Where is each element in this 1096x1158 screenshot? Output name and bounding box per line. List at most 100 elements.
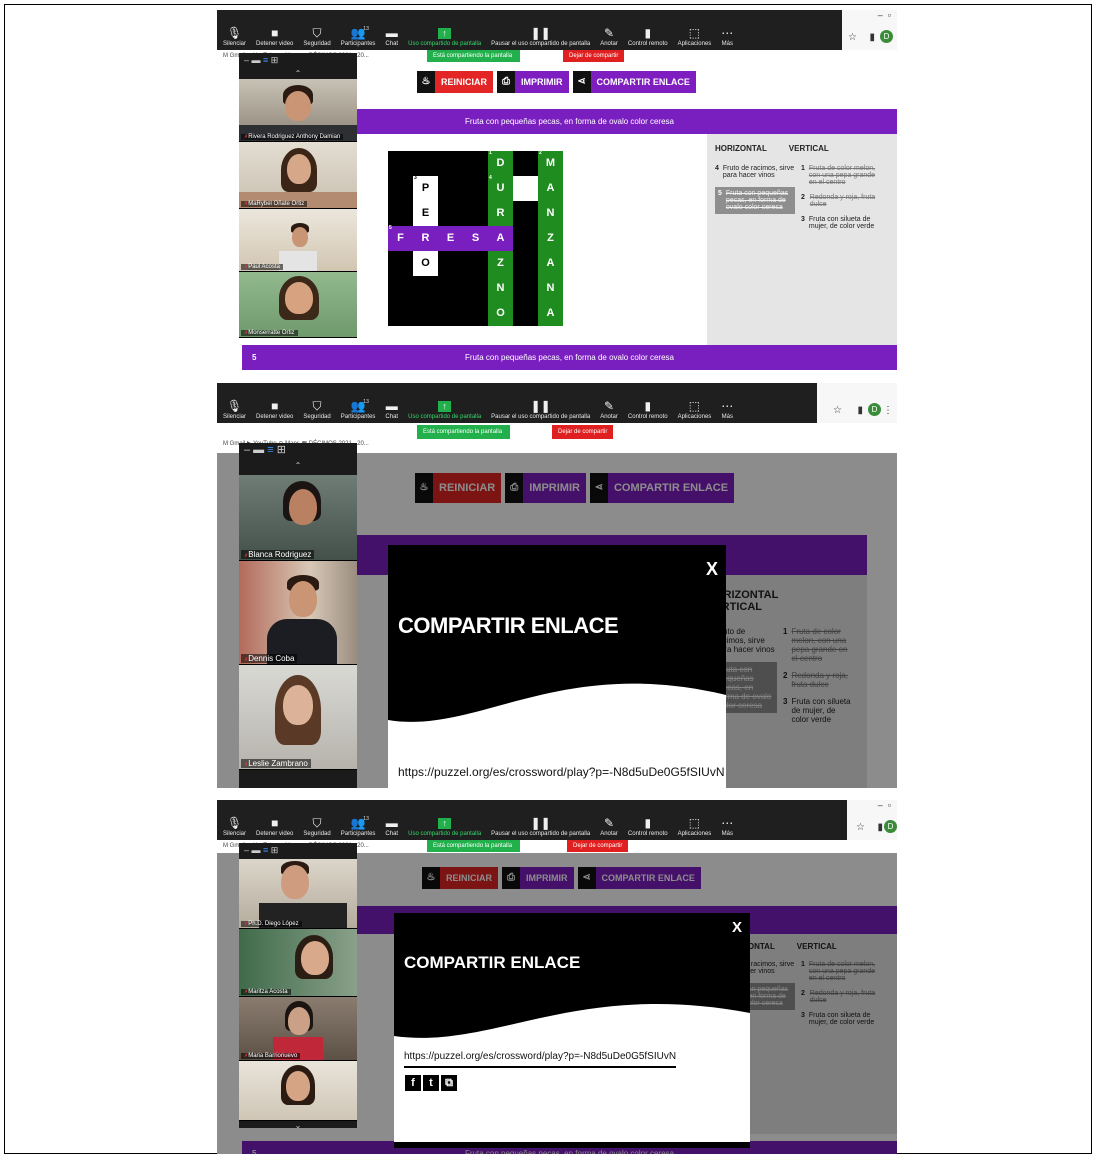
crossword-cell[interactable]: E xyxy=(438,226,463,251)
toolbar-more-button[interactable]: ⋯ Más xyxy=(721,399,733,420)
participant-tile[interactable]: Dennis Coba xyxy=(239,561,357,665)
star-icon[interactable]: ☆ xyxy=(856,822,865,833)
toolbar-shield-button[interactable]: ⛉ Seguridad xyxy=(303,816,330,837)
toolbar-shield-button[interactable]: ⛉ Seguridad xyxy=(303,26,330,47)
profile-avatar[interactable]: D xyxy=(884,820,897,833)
window-controls[interactable]: – ▫ xyxy=(878,10,891,20)
print-button[interactable]: ⎙ IMPRIMIR xyxy=(497,71,569,93)
share-url[interactable]: https://puzzel.org/es/crossword/play?p=-… xyxy=(398,765,725,779)
toolbar-video-button[interactable]: ■ Detener video xyxy=(256,816,293,837)
crossword-cell[interactable]: R xyxy=(413,226,438,251)
toolbar-participants-button[interactable]: 👥 Participantes 13 xyxy=(341,399,376,420)
profile-avatar[interactable]: D xyxy=(868,403,881,416)
toolbar-chat-button[interactable]: ▬ Chat xyxy=(385,399,398,420)
crossword-cell[interactable]: Z xyxy=(488,251,513,276)
toolbar-chat-button[interactable]: ▬ Chat xyxy=(385,26,398,47)
share-url[interactable]: https://puzzel.org/es/crossword/play?p=-… xyxy=(404,1051,677,1068)
crossword-cell[interactable]: N xyxy=(488,276,513,301)
view-switcher[interactable]: – ▬ ≡ ⊞ xyxy=(239,53,357,69)
share-link-button[interactable]: ⋖ COMPARTIR ENLACE xyxy=(572,71,696,93)
clue-v3[interactable]: 3 Fruta con silueta de mujer, de color ve… xyxy=(801,216,877,230)
view-switcher[interactable]: – ▬ ≡ ⊞ xyxy=(239,443,357,461)
crossword-cell[interactable]: Z xyxy=(538,226,563,251)
scroll-down-icon[interactable]: ⌄ xyxy=(239,1121,357,1133)
toolbar-pause-button[interactable]: ❚❚ Pausar el uso compartido de pantalla xyxy=(491,26,590,47)
crossword-cell[interactable]: A xyxy=(538,301,563,326)
participant-tile[interactable]: Monserratte Ortiz xyxy=(239,272,357,338)
toolbar-mouse-button[interactable]: ▮ Control remoto xyxy=(628,26,668,47)
crossword-cell[interactable]: E xyxy=(413,201,438,226)
toolbar-apps-button[interactable]: ⬚ Aplicaciones xyxy=(678,399,712,420)
toolbar-microphone-button[interactable]: 🎙 Silenciar xyxy=(223,26,246,47)
toolbar-participants-button[interactable]: 👥 Participantes 13 xyxy=(341,816,376,837)
profile-avatar[interactable]: D xyxy=(880,30,893,43)
toolbar-microphone-button[interactable]: 🎙 Silenciar xyxy=(223,399,246,420)
tab-icon[interactable]: ▮ xyxy=(877,822,883,833)
crossword-cell[interactable]: R xyxy=(488,201,513,226)
crossword-cell[interactable]: O xyxy=(413,251,438,276)
participant-tile[interactable]: Maria Barrionuevo xyxy=(239,997,357,1061)
crossword-cell[interactable]: S xyxy=(463,226,488,251)
toolbar-pause-button[interactable]: ❚❚ Pausar el uso compartido de pantalla xyxy=(491,399,590,420)
crossword-cell[interactable]: M2 xyxy=(538,150,563,176)
participant-tile[interactable]: Ph.D. Diego López xyxy=(239,859,357,929)
window-controls[interactable]: – ▫ xyxy=(878,800,891,810)
close-button[interactable]: X xyxy=(706,559,718,580)
toolbar-microphone-button[interactable]: 🎙 Silenciar xyxy=(223,816,246,837)
toolbar-participants-button[interactable]: 👥 Participantes 13 xyxy=(341,26,376,47)
stop-share-button[interactable]: Dejar de compartir xyxy=(567,840,629,852)
toolbar-annotate-button[interactable]: ✎ Anotar xyxy=(600,816,618,837)
restart-button[interactable]: ♨ REINICIAR xyxy=(417,71,494,93)
crossword-cell[interactable]: U4 xyxy=(488,175,513,201)
toolbar-pause-button[interactable]: ❚❚ Pausar el uso compartido de pantalla xyxy=(491,816,590,837)
toolbar-apps-button[interactable]: ⬚ Aplicaciones xyxy=(678,26,712,47)
crossword-cell[interactable]: A xyxy=(488,226,513,251)
stop-share-button[interactable]: Dejar de compartir xyxy=(552,425,614,439)
clue-v1[interactable]: 1 Fruta de color melon, con una pepa gran… xyxy=(801,165,877,186)
tab-icon[interactable]: ▮ xyxy=(869,32,875,43)
participant-tile[interactable]: Paul Acosta xyxy=(239,209,357,272)
crossword-cell[interactable]: A xyxy=(538,176,563,201)
crossword-cell[interactable]: A xyxy=(538,251,563,276)
menu-icon[interactable]: ⋮ xyxy=(883,405,893,416)
toolbar-more-button[interactable]: ⋯ Más xyxy=(721,26,733,47)
toolbar-mouse-button[interactable]: ▮ Control remoto xyxy=(628,399,668,420)
view-switcher[interactable]: – ▬ ≡ ⊞ xyxy=(239,843,357,859)
crossword-cell[interactable]: F5 xyxy=(388,225,413,251)
crossword-cell[interactable]: O xyxy=(488,301,513,326)
crossword-cell[interactable]: D1 xyxy=(488,150,513,176)
toolbar-share-screen-button[interactable]: ↑ Uso compartido de pantalla xyxy=(408,26,481,47)
toolbar-chat-button[interactable]: ▬ Chat xyxy=(385,816,398,837)
tab-icon[interactable]: ▮ xyxy=(857,405,863,416)
crossword-cell[interactable]: P3 xyxy=(413,175,438,201)
clue-h5[interactable]: 5Fruta con pequeñas pecas, en forma de o… xyxy=(715,187,795,214)
crossword-cell[interactable]: N xyxy=(538,276,563,301)
toolbar-share-screen-button[interactable]: ↑ Uso compartido de pantalla xyxy=(408,399,481,420)
stop-share-button[interactable]: Dejar de compartir xyxy=(563,50,625,62)
clue-h4[interactable]: 4Fruto de racimos, sirve para hacer vino… xyxy=(715,165,795,179)
star-icon[interactable]: ☆ xyxy=(848,32,857,43)
participant-tile[interactable]: Leslie Zambrano xyxy=(239,665,357,770)
facebook-icon[interactable]: f xyxy=(405,1075,421,1091)
star-icon[interactable]: ☆ xyxy=(833,405,842,416)
crossword-cell[interactable]: N xyxy=(538,201,563,226)
toolbar-shield-button[interactable]: ⛉ Seguridad xyxy=(303,399,330,420)
toolbar-mouse-button[interactable]: ▮ Control remoto xyxy=(628,816,668,837)
participant-tile[interactable] xyxy=(239,1061,357,1121)
toolbar-annotate-button[interactable]: ✎ Anotar xyxy=(600,399,618,420)
close-button[interactable]: X xyxy=(732,919,742,936)
toolbar-annotate-button[interactable]: ✎ Anotar xyxy=(600,26,618,47)
toolbar-video-button[interactable]: ■ Detener video xyxy=(256,399,293,420)
participant-tile[interactable]: Rivera Rodriguez Anthony Damian xyxy=(239,79,357,142)
copy-icon[interactable]: ⧉ xyxy=(441,1075,457,1091)
clue-v2[interactable]: 2 Redonda y roja, fruta dulce xyxy=(801,194,877,208)
participant-tile[interactable]: Maritza Acosta xyxy=(239,929,357,997)
toolbar-apps-button[interactable]: ⬚ Aplicaciones xyxy=(678,816,712,837)
toolbar-share-screen-button[interactable]: ↑ Uso compartido de pantalla xyxy=(408,816,481,837)
participant-tile[interactable]: Blanca Rodriguez xyxy=(239,475,357,561)
scroll-up-icon[interactable]: ⌃ xyxy=(239,461,357,475)
crossword-grid[interactable]: D1M2P3U4AERNF5RESAZOZANNOA xyxy=(388,150,563,326)
scroll-up-icon[interactable]: ⌃ xyxy=(239,69,357,79)
toolbar-video-button[interactable]: ■ Detener video xyxy=(256,26,293,47)
twitter-icon[interactable]: t xyxy=(423,1075,439,1091)
